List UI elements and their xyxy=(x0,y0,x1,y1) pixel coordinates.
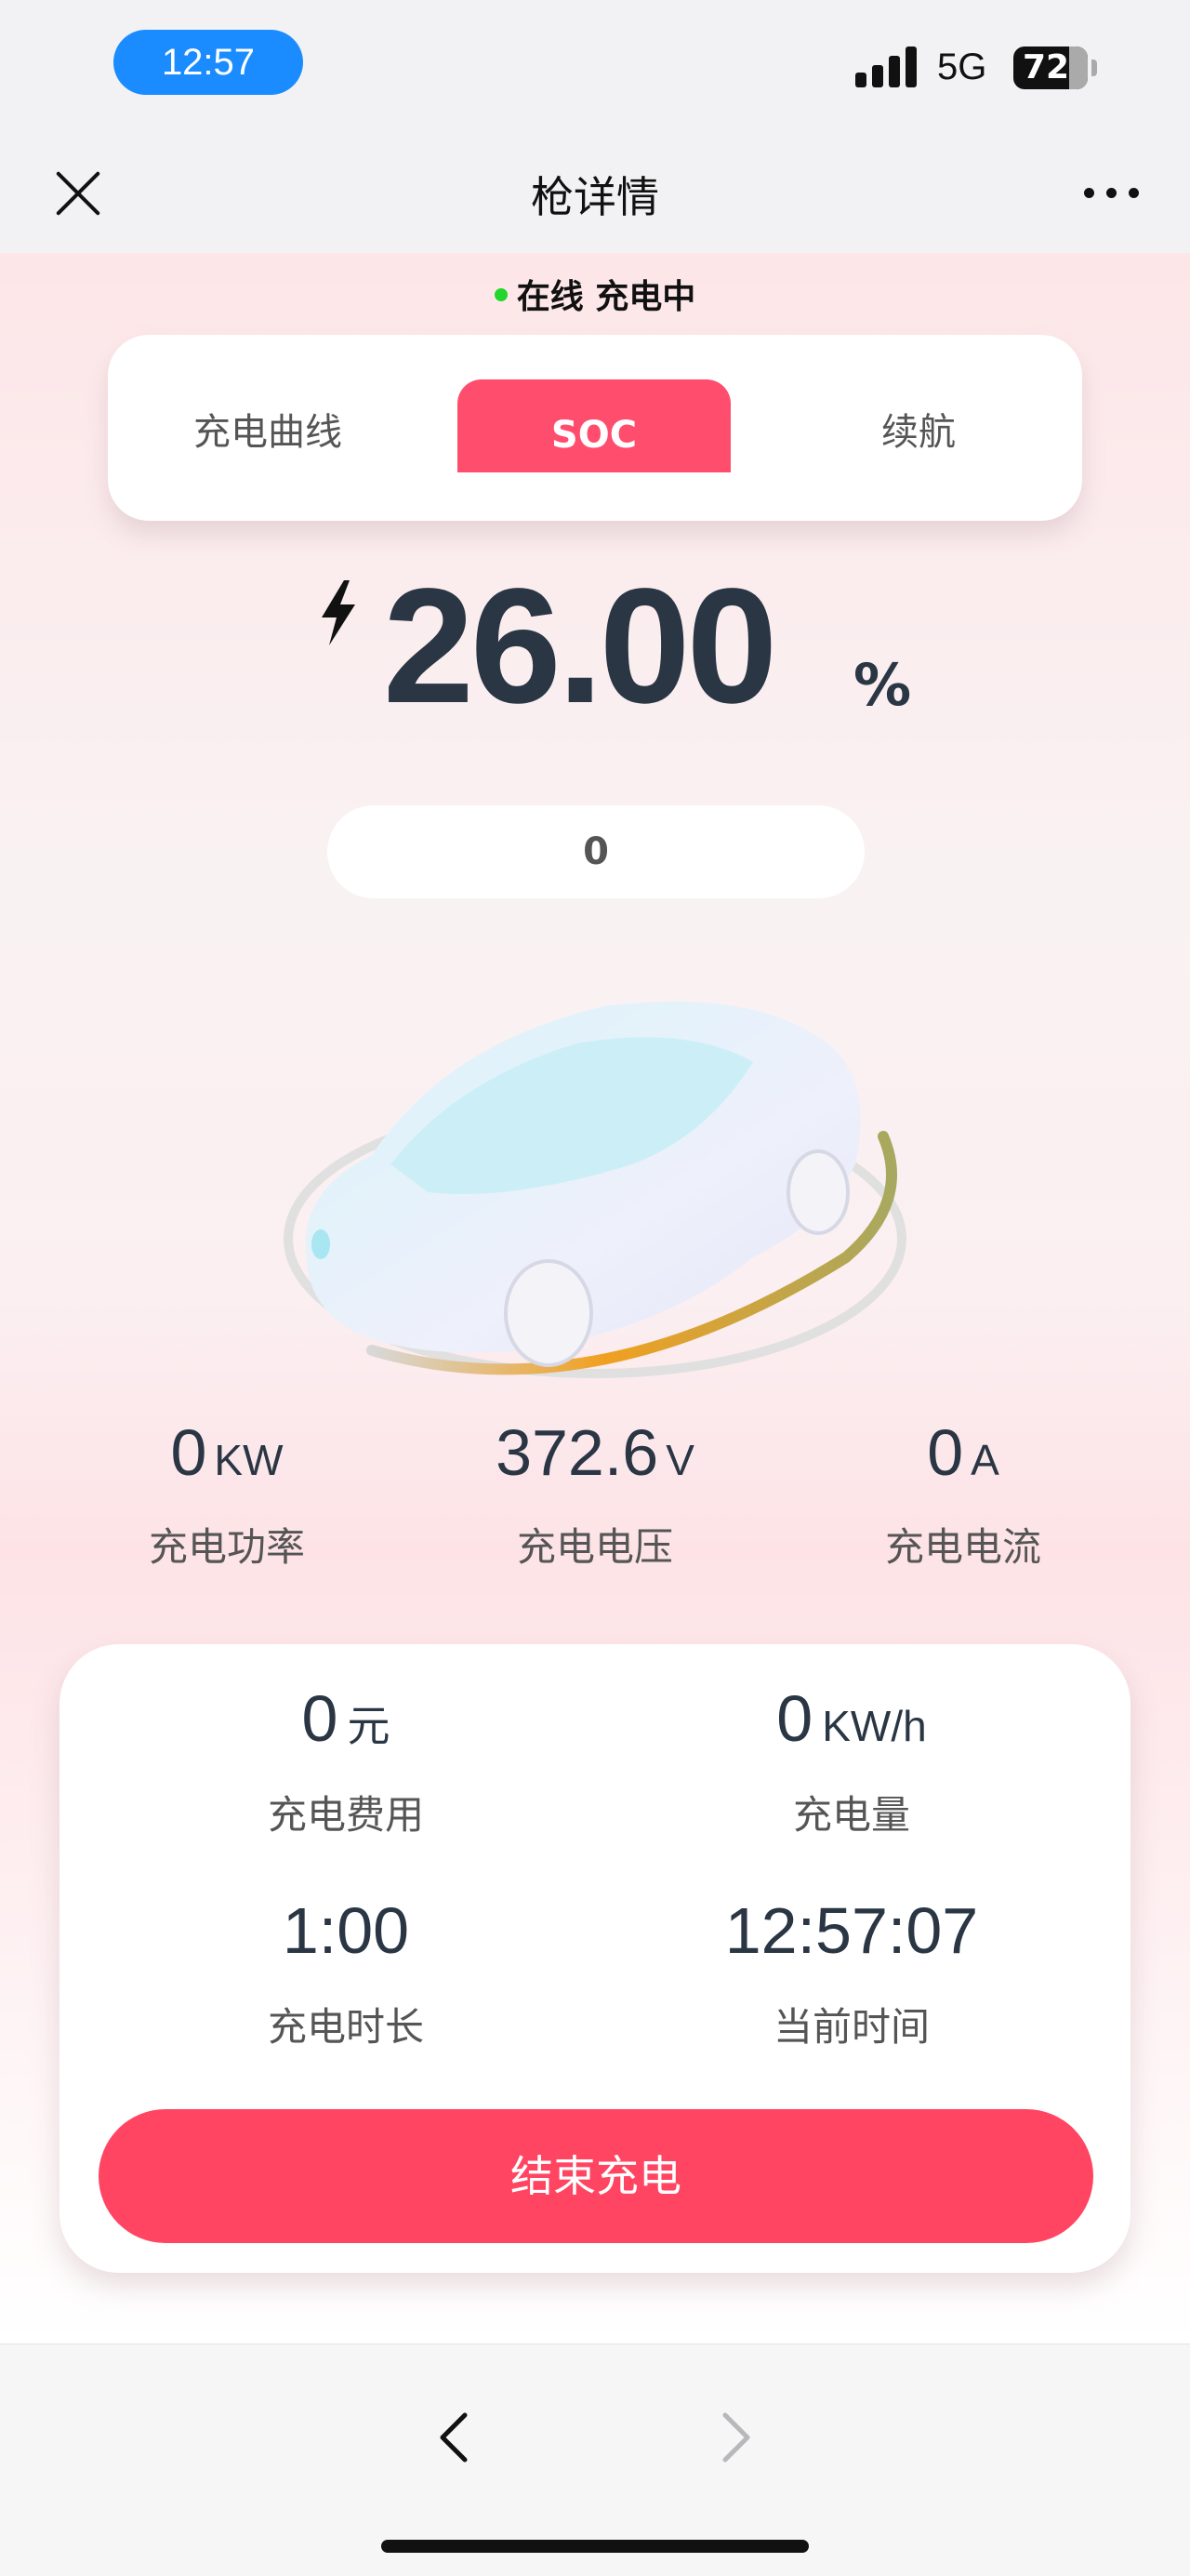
current-value: 0 xyxy=(927,1416,964,1489)
metric-power: 0 KW 充电功率 xyxy=(41,1415,413,1573)
tab-soc[interactable]: SOC xyxy=(457,379,731,472)
cost-label: 充电费用 xyxy=(267,1792,424,1838)
current-label: 充电电流 xyxy=(884,1524,1041,1570)
lightning-bolt-icon xyxy=(322,580,355,645)
status-text: 在线 充电中 xyxy=(516,278,696,316)
more-icon[interactable] xyxy=(1084,188,1140,199)
charging-status: 在线 充电中 xyxy=(0,270,1190,318)
current-time-value: 12:57:07 xyxy=(724,1894,979,1967)
power-unit: KW xyxy=(214,1436,284,1484)
energy-label: 充电量 xyxy=(792,1792,910,1838)
car-illustration xyxy=(284,1002,906,1378)
tab-bar: 充电曲线 SOC 续航 xyxy=(108,335,1082,521)
chevron-left-icon[interactable] xyxy=(428,2410,483,2465)
chevron-right-icon[interactable] xyxy=(707,2410,762,2465)
metric-voltage: 372.6 V 充电电压 xyxy=(409,1415,781,1573)
current-time-label: 当前时间 xyxy=(773,2004,930,2050)
signal-icon xyxy=(855,45,920,87)
soc-value: 26.00 xyxy=(383,555,777,737)
voltage-label: 充电电压 xyxy=(516,1524,673,1570)
energy-value: 0 xyxy=(776,1682,813,1755)
cost-value: 0 xyxy=(301,1682,338,1755)
tab-charge-curve[interactable]: 充电曲线 xyxy=(193,402,342,456)
energy-cell: 0 KW/h 充电量 xyxy=(610,1681,1093,1840)
bottom-toolbar xyxy=(0,2344,1190,2576)
status-time: 12:57 xyxy=(113,30,303,95)
voltage-value: 372.6 xyxy=(496,1416,659,1489)
metric-current: 0A 充电电流 xyxy=(777,1415,1149,1573)
nav-bar: 枪详情 xyxy=(0,130,1190,253)
page-title: 枪详情 xyxy=(531,172,659,222)
status-bar: 12:57 5G 72 xyxy=(0,0,1190,130)
soc-sub-value: 0 xyxy=(327,805,865,898)
power-label: 充电功率 xyxy=(148,1524,305,1570)
battery-icon: 72 xyxy=(1013,46,1088,89)
duration-label: 充电时长 xyxy=(267,2004,424,2050)
network-type: 5G xyxy=(937,46,987,87)
soc-unit: % xyxy=(853,651,912,719)
duration-cell: 1:00 充电时长 xyxy=(104,1893,588,2052)
online-dot-icon xyxy=(494,288,508,301)
time-cell: 12:57:07 当前时间 xyxy=(610,1893,1093,2052)
cost-cell: 0元 充电费用 xyxy=(104,1681,588,1840)
home-indicator xyxy=(381,2540,809,2553)
energy-unit: KW/h xyxy=(822,1702,927,1750)
stop-charging-button[interactable]: 结束充电 xyxy=(99,2109,1093,2243)
tab-range[interactable]: 续航 xyxy=(881,402,956,456)
main-content: 在线 充电中 充电曲线 SOC 续航 26.00 % 0 0 KW 充电功率 3… xyxy=(0,253,1190,2344)
voltage-unit: V xyxy=(666,1436,694,1484)
charge-summary-card: 0元 充电费用 0 KW/h 充电量 1:00 充电时长 12:57:07 当前时… xyxy=(60,1644,1130,2273)
current-unit: A xyxy=(971,1436,999,1484)
cost-unit: 元 xyxy=(347,1702,390,1750)
duration-value: 1:00 xyxy=(282,1894,410,1967)
soc-display: 26.00 % xyxy=(0,555,1190,737)
battery-nub xyxy=(1091,60,1097,76)
power-value: 0 xyxy=(170,1416,207,1489)
